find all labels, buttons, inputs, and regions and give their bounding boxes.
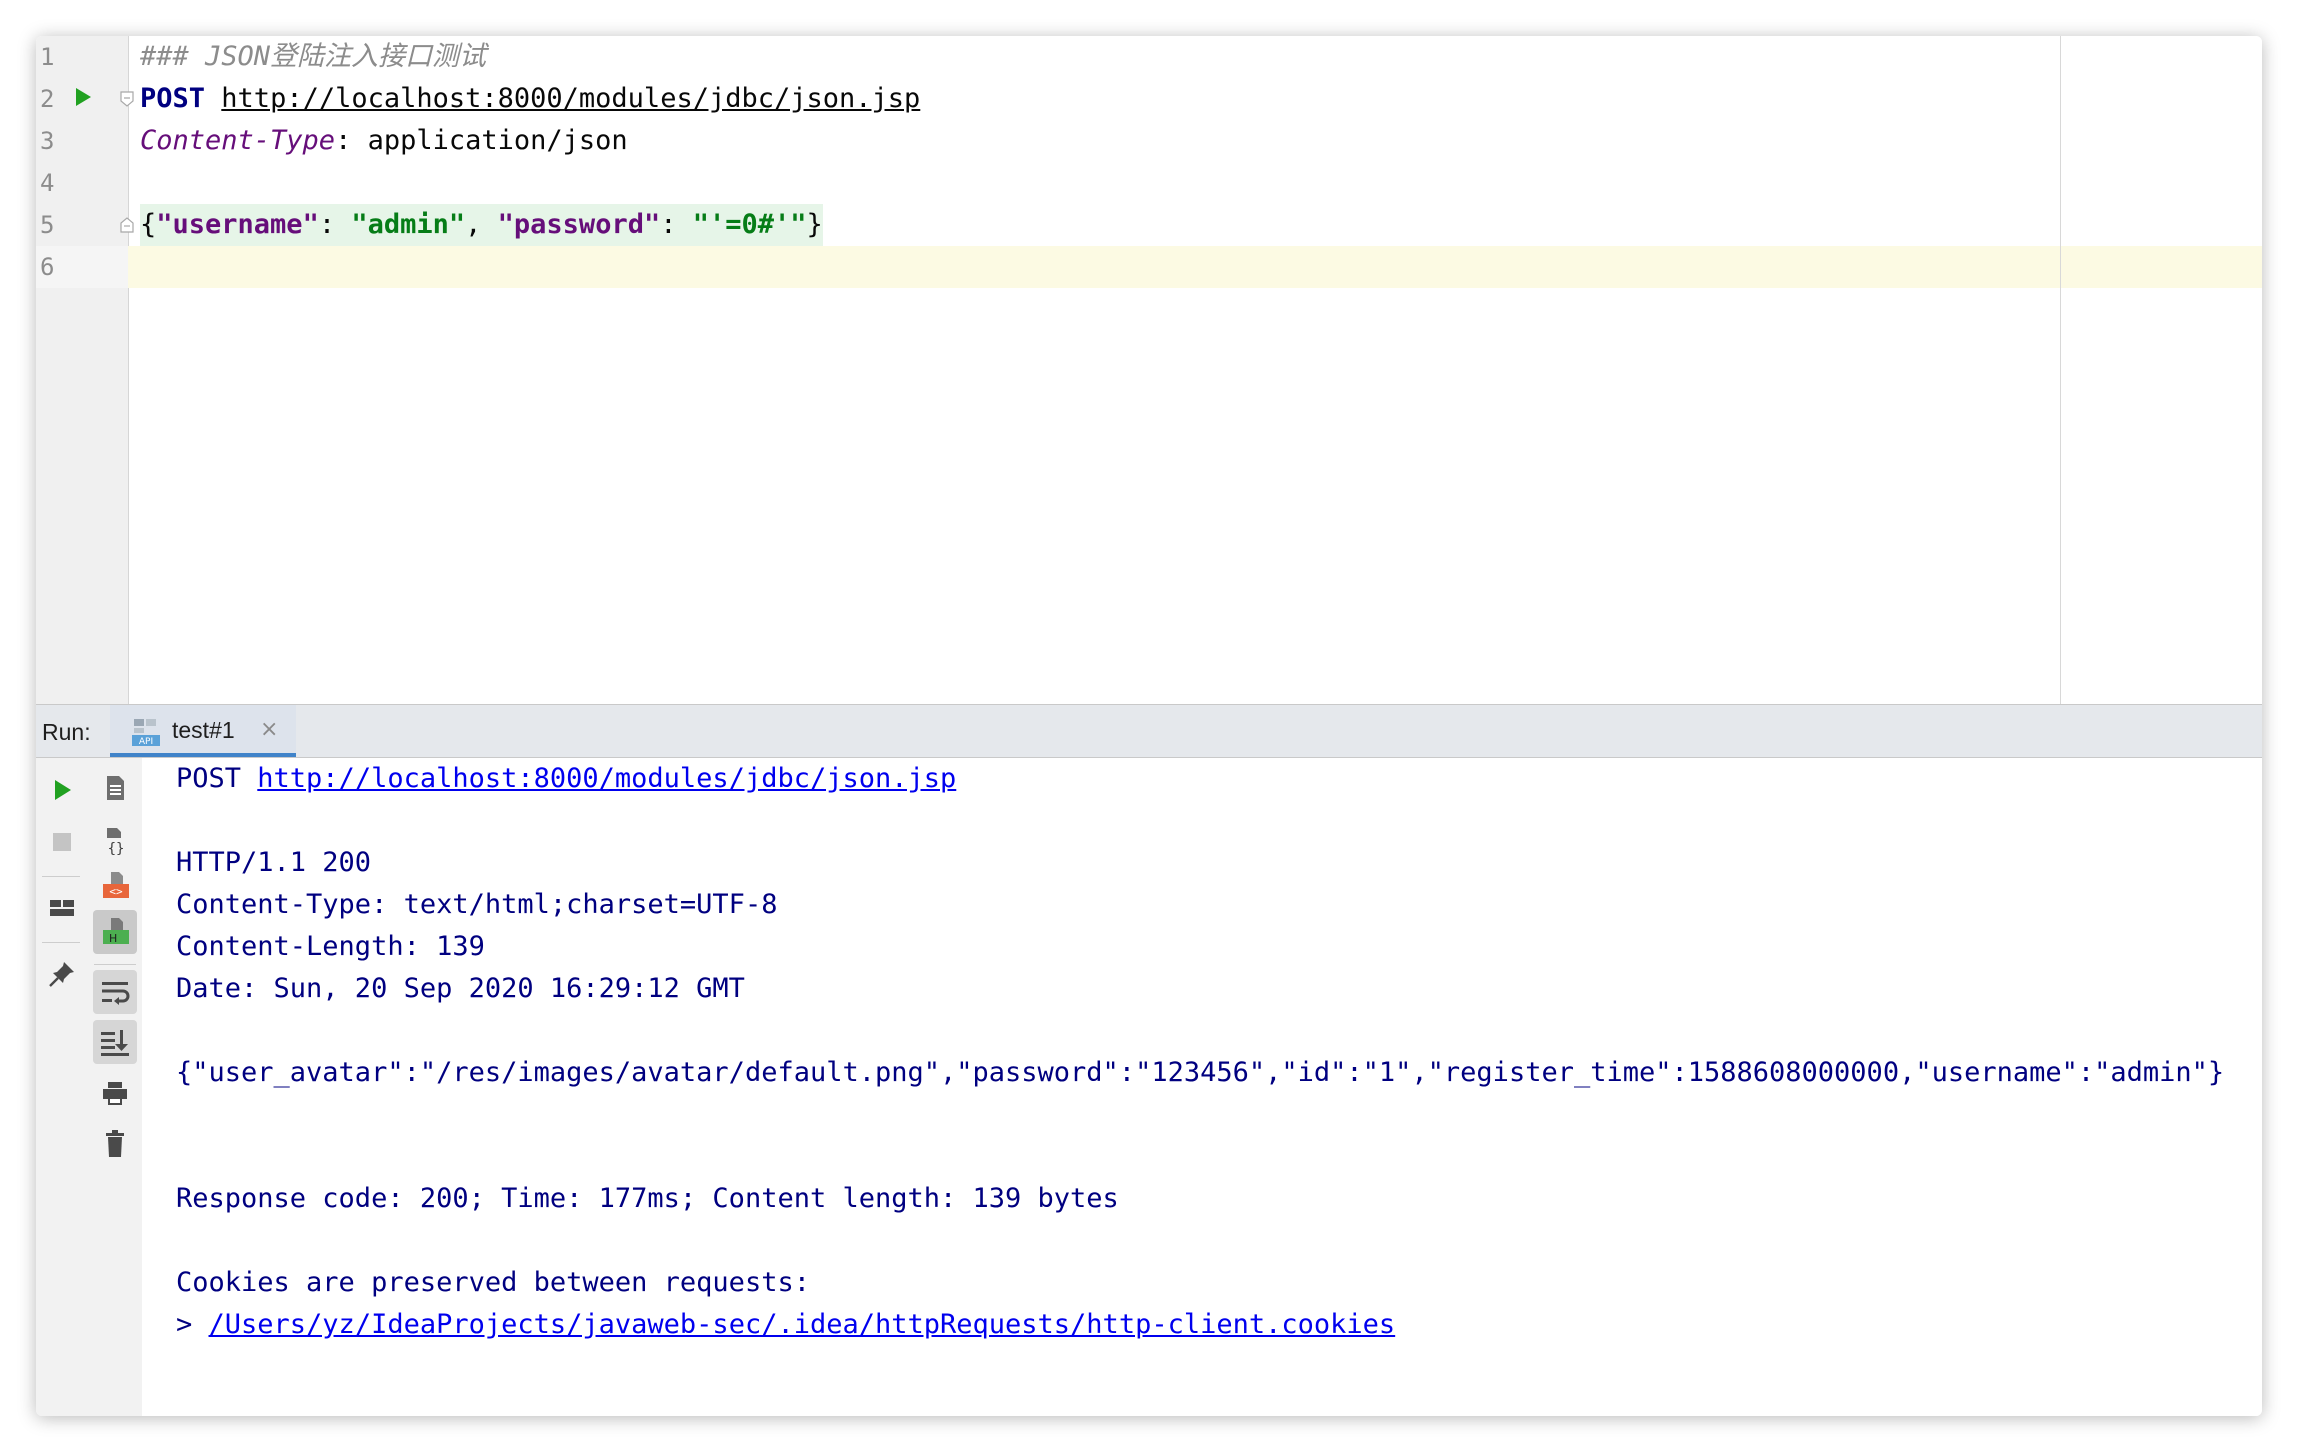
run-request-icon[interactable] [76,88,91,106]
json-brace-close: } [806,209,823,240]
header-line: Content-Type: application/json [140,120,628,162]
rerun-icon[interactable] [40,768,84,812]
console-header-line: Content-Length: 139 [176,931,485,962]
svg-text:{}: {} [108,841,125,857]
line-number: 4 [40,169,55,197]
json-key-password: "password" [497,209,661,240]
header-separator: : [335,125,368,156]
line-number: 3 [40,127,55,155]
text-response-icon[interactable] [93,766,137,810]
clear-icon[interactable] [93,1122,137,1166]
console-request-line: POST http://localhost:8000/modules/jdbc/… [176,758,956,800]
editor-line-3[interactable]: 3 Content-Type: application/json [36,120,2262,162]
console-header-line: Content-Type: text/html;charset=UTF-8 [176,889,778,920]
console-response-summary: Response code: 200; Time: 177ms; Content… [176,1183,1119,1214]
line-number: 2 [40,85,55,113]
json-value-username: "admin" [351,209,466,240]
console-cookies-line: > /Users/yz/IdeaProjects/javaweb-sec/.id… [176,1304,1395,1346]
soft-wrap-icon[interactable] [93,970,137,1014]
json-comma: , [465,209,498,240]
editor-line-6[interactable]: 6 [36,246,2262,288]
json-colon: : [318,209,352,240]
console-cookies-note: Cookies are preserved between requests: [176,1267,810,1298]
run-tab-label: test#1 [172,717,235,743]
fold-close-icon[interactable] [120,217,134,233]
svg-text:<>: <> [109,885,123,898]
toolbar-separator [42,942,80,943]
request-comment: ### JSON登陆注入接口测试 [140,41,487,72]
line-number: 6 [40,253,55,281]
http-method: POST [140,83,206,114]
console-header-line: Date: Sun, 20 Sep 2020 16:29:12 GMT [176,973,745,1004]
run-toolbar-right: {} <> H [88,758,143,1416]
json-body: {"username": "admin", "password": "'=0#'… [140,204,823,246]
json-brace-open: { [140,209,157,240]
pin-icon[interactable] [40,952,84,996]
console-response-body: {"user_avatar":"/res/images/avatar/defau… [176,1057,2225,1088]
line-number: 1 [40,43,55,71]
toolbar-separator [42,876,80,877]
close-tab-icon[interactable]: × [260,705,278,753]
console-status-line: HTTP/1.1 200 [176,847,372,878]
svg-text:H: H [109,932,117,945]
console-request-method: POST [176,763,258,794]
editor-line-4[interactable]: 4 [36,162,2262,204]
json-value-password: "'=0#'" [692,209,807,240]
print-icon[interactable] [93,1072,137,1116]
console-cookies-prefix: > [176,1309,209,1340]
run-label: Run: [42,719,91,745]
api-icon: API [132,719,160,747]
request-line: POST http://localhost:8000/modules/jdbc/… [140,78,920,120]
json-key-username: "username" [156,209,319,240]
json-colon: : [660,209,693,240]
headers-response-icon[interactable]: H [93,910,137,954]
http-request-editor[interactable]: 1 ### JSON登陆注入接口测试 2 POST http://localho… [36,36,2262,704]
line-number: 5 [40,211,55,239]
cookies-file-link[interactable]: /Users/yz/IdeaProjects/javaweb-sec/.idea… [209,1309,1396,1340]
editor-line-5[interactable]: 5 {"username": "admin", "password": "'=0… [36,204,2262,246]
json-response-icon[interactable]: {} [93,818,137,862]
toolbar-separator [94,964,136,965]
run-console-output[interactable]: POST http://localhost:8000/modules/jdbc/… [142,758,2262,1416]
editor-line-2[interactable]: 2 POST http://localhost:8000/modules/jdb… [36,78,2262,120]
fold-open-icon[interactable] [120,91,134,107]
header-value: application/json [367,125,628,156]
layout-icon[interactable] [40,886,84,930]
html-response-icon[interactable]: <> [93,864,137,908]
run-tab-test-1[interactable]: API test#1 × [110,705,296,757]
scroll-to-end-icon[interactable] [93,1020,137,1064]
console-request-url-link[interactable]: http://localhost:8000/modules/jdbc/json.… [257,763,956,794]
stop-icon[interactable] [40,820,84,864]
header-key: Content-Type [140,125,336,156]
run-tool-window-header: Run: API test#1 × [36,704,2262,758]
ide-window: 1 ### JSON登陆注入接口测试 2 POST http://localho… [36,36,2262,1416]
editor-line-1[interactable]: 1 ### JSON登陆注入接口测试 [36,36,2262,78]
svg-text:API: API [139,737,153,747]
run-toolbar-left [36,758,89,1416]
request-url[interactable]: http://localhost:8000/modules/jdbc/json.… [221,83,920,114]
